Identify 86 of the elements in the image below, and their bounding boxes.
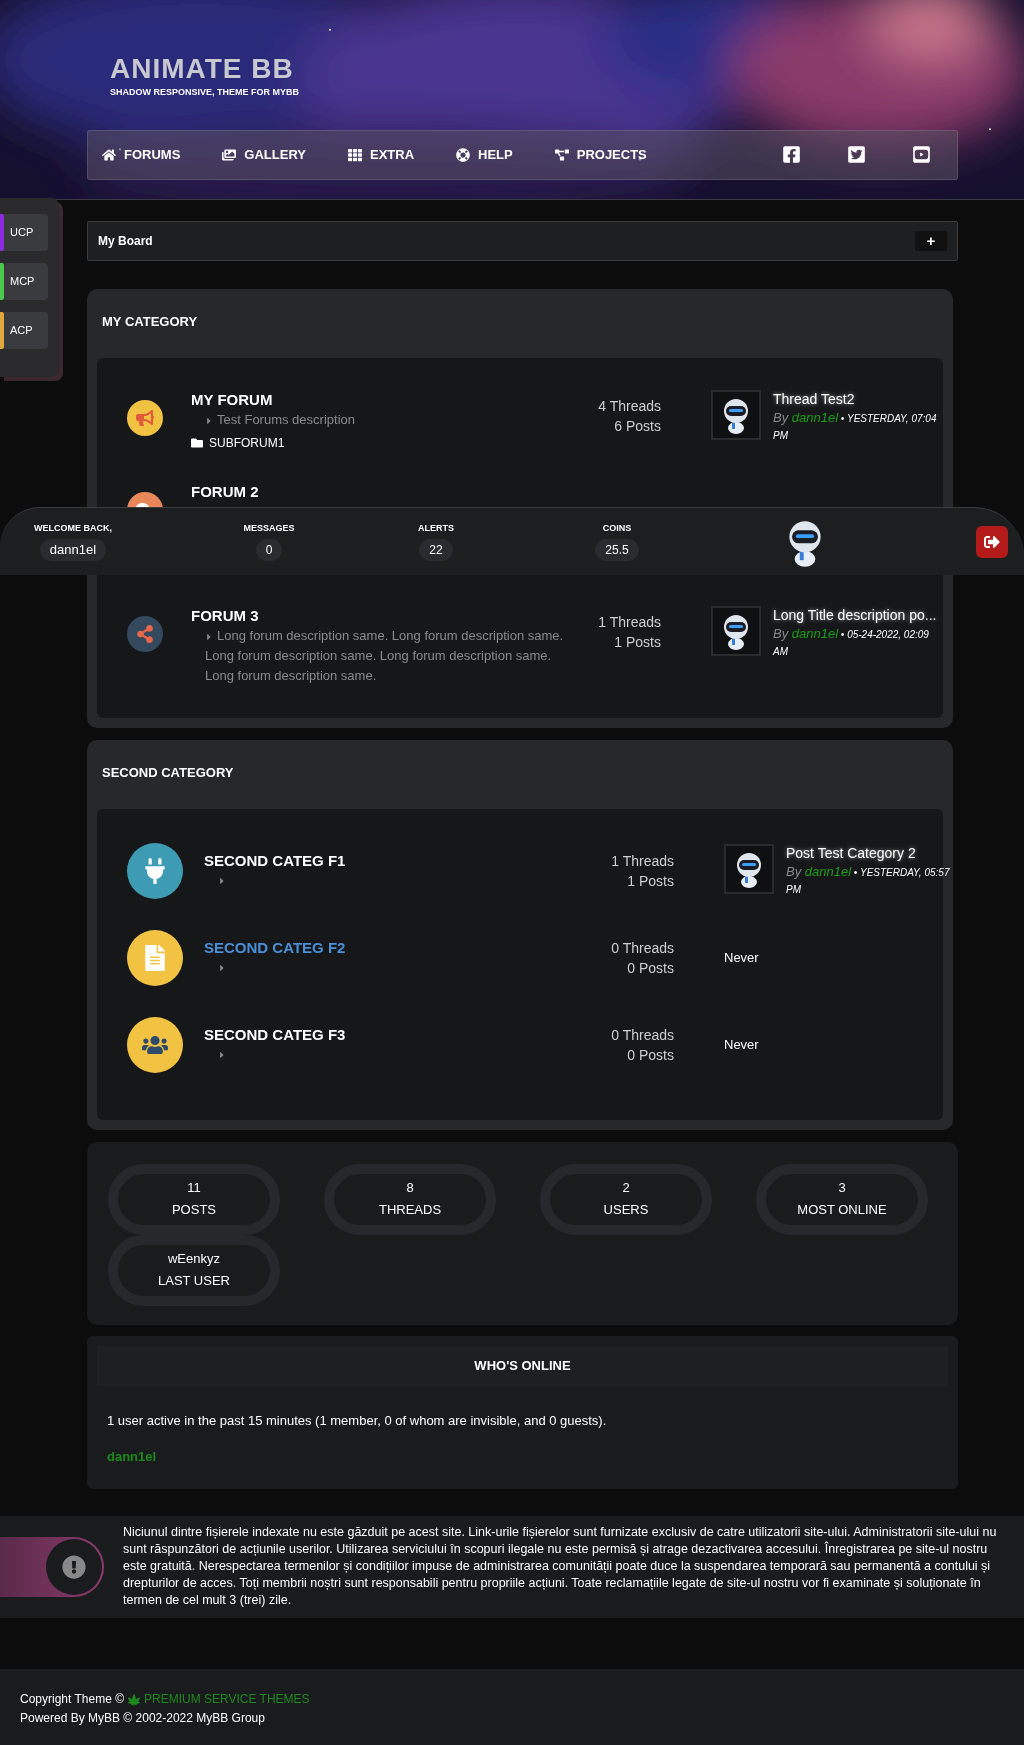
images-icon: [222, 147, 237, 162]
logout-button[interactable]: [976, 525, 1008, 558]
thread-count: 0 Threads: [610, 938, 674, 958]
forum-title[interactable]: FORUM 3: [191, 606, 571, 626]
user-stat-value[interactable]: 22: [419, 538, 453, 561]
logout-icon: [984, 533, 1000, 550]
side-panel-button[interactable]: ACP: [4, 312, 48, 349]
last-post-never: Never: [724, 948, 759, 967]
forum-description: Test Forums description: [205, 410, 355, 430]
diagram-icon: [554, 147, 569, 162]
caret-icon: [218, 875, 226, 886]
grid-icon: [348, 147, 362, 162]
caret-icon: [218, 1049, 226, 1060]
last-post-title[interactable]: Post Test Category 2: [786, 843, 956, 862]
whos-online-header: WHO'S ONLINE: [97, 1346, 948, 1386]
thread-count: 4 Threads: [597, 397, 661, 416]
caret-icon: [205, 631, 213, 642]
copyright-text: Copyright Theme ©: [20, 1691, 124, 1708]
nav-link[interactable]: EXTRA: [348, 144, 415, 165]
share-icon: [127, 616, 163, 652]
site-subtitle: SHADOW RESPONSIVE, THEME FOR MYBB: [110, 86, 300, 99]
twitter-icon[interactable]: [847, 145, 866, 164]
exclamation-icon: [62, 1555, 86, 1579]
forum-title[interactable]: SECOND CATEG F1: [204, 850, 584, 871]
user-stat-label: MESSAGES: [243, 522, 295, 536]
megaphone-icon: [127, 400, 163, 436]
stat-value: 11: [187, 1178, 201, 1197]
user-stat-value[interactable]: 0: [255, 538, 283, 561]
online-summary: 1 user active in the past 15 minutes (1 member, 0 of whom are invisible, and 0 guests).: [106, 1412, 608, 1430]
last-post-title[interactable]: Thread Test2: [773, 390, 943, 408]
stat-label: MOST ONLINE: [797, 1200, 887, 1219]
theme-link[interactable]: PREMIUM SERVICE THEMES: [144, 1690, 310, 1709]
thread-count: 0 Threads: [610, 1025, 674, 1045]
username-chip[interactable]: dann1el: [39, 538, 107, 561]
forum-description: Long forum description same. Long forum description same. Long forum description same. Long forum description same. Long forum description same.: [205, 627, 565, 685]
caret-icon: [218, 962, 226, 973]
post-count: 0 Posts: [626, 1045, 674, 1065]
welcome-label: WELCOME BACK,: [34, 522, 112, 536]
lifebuoy-icon: [456, 147, 471, 162]
category-title: SECOND CATEGORY: [101, 764, 235, 782]
nav-link[interactable]: GALLERY: [222, 144, 306, 165]
side-panel-button[interactable]: UCP: [4, 214, 48, 251]
user-stat-label: COINS: [602, 522, 632, 536]
user-stat-value[interactable]: 25.5: [595, 538, 639, 561]
side-panel-button[interactable]: MCP: [4, 263, 48, 300]
stat-label: USERS: [603, 1200, 649, 1219]
home-icon: [102, 147, 116, 162]
thread-count: 1 Threads: [610, 851, 674, 871]
nav-link[interactable]: HELP: [456, 144, 513, 165]
site-title[interactable]: ANIMATE BB: [110, 52, 1024, 86]
breadcrumb-link[interactable]: My Board: [98, 232, 153, 250]
last-post-never: Never: [724, 1035, 759, 1054]
thread-count: 1 Threads: [597, 613, 661, 632]
stat-label: LAST USER: [158, 1271, 230, 1290]
facebook-icon[interactable]: [782, 145, 801, 164]
stat-value: 2: [622, 1178, 630, 1197]
online-user-link[interactable]: dann1el: [107, 1446, 157, 1466]
nav-link[interactable]: FORUMS: [102, 144, 181, 165]
stat-label: POSTS: [171, 1200, 217, 1219]
stat-value: wEenkyz: [168, 1249, 220, 1268]
forum-title[interactable]: MY FORUM: [191, 390, 571, 410]
user-stat-label: ALERTS: [418, 522, 454, 536]
caret-icon: [205, 415, 213, 426]
post-count: 1 Posts: [613, 633, 661, 652]
forum-title[interactable]: SECOND CATEG F3: [204, 1024, 584, 1045]
last-post-title[interactable]: Long Title description po...: [773, 606, 943, 624]
category-title: MY CATEGORY: [101, 313, 199, 331]
stat-value: 3: [838, 1178, 846, 1197]
youtube-icon[interactable]: [912, 145, 931, 164]
post-count: 6 Posts: [613, 417, 661, 436]
last-post-meta: By dann1el • YESTERDAY, 07:04 PM: [773, 410, 938, 443]
forum-title[interactable]: FORUM 2: [191, 482, 571, 502]
stat-label: THREADS: [378, 1200, 442, 1219]
disclaimer-text: Niciunul dintre fișierele indexate nu este găzduit pe acest site. Link-urile fișierelor sunt furnizate exclusiv de catre utilizatorii site-ului. Administratorii site-ului nu sunt răspunzători de acțiunile userilor. Utilizarea serviciului în scopuri ilegale nu este permisă și atrage dezactivarea accesului. Înregistrarea pe site-ul nostru este gratuită. Nerespectarea termenilor și condițiilor impuse de administrarea comunității poate duce la suspendarea temporară sau permanentă a contului și drepturilor de acces. Toți membrii noștri sunt responsabili pentru propriile acțiuni. Toate reclamațiile legate de site-ul nostru vor fi examinate și soluționate în termen de cel mult 3 (trei) zile.: [123, 1524, 998, 1609]
subforum-link[interactable]: SUBFORUM1: [209, 434, 285, 452]
forum-title[interactable]: SECOND CATEG F2: [204, 937, 584, 958]
last-post-meta: By dann1el • 05-24-2022, 02:09 AM: [773, 626, 930, 659]
post-count: 1 Posts: [626, 871, 674, 891]
stat-value: 8: [406, 1178, 414, 1197]
folder-icon: [191, 437, 203, 449]
nav-link[interactable]: PROJECTS: [554, 144, 647, 165]
expand-button[interactable]: +: [915, 231, 947, 251]
leaf-icon: [128, 1693, 140, 1706]
post-count: 0 Posts: [626, 958, 674, 978]
powered-by-text: Powered By MyBB © 2002-2022 MyBB Group: [20, 1710, 266, 1727]
last-post-meta: By dann1el • YESTERDAY, 05:57 PM: [786, 863, 951, 897]
